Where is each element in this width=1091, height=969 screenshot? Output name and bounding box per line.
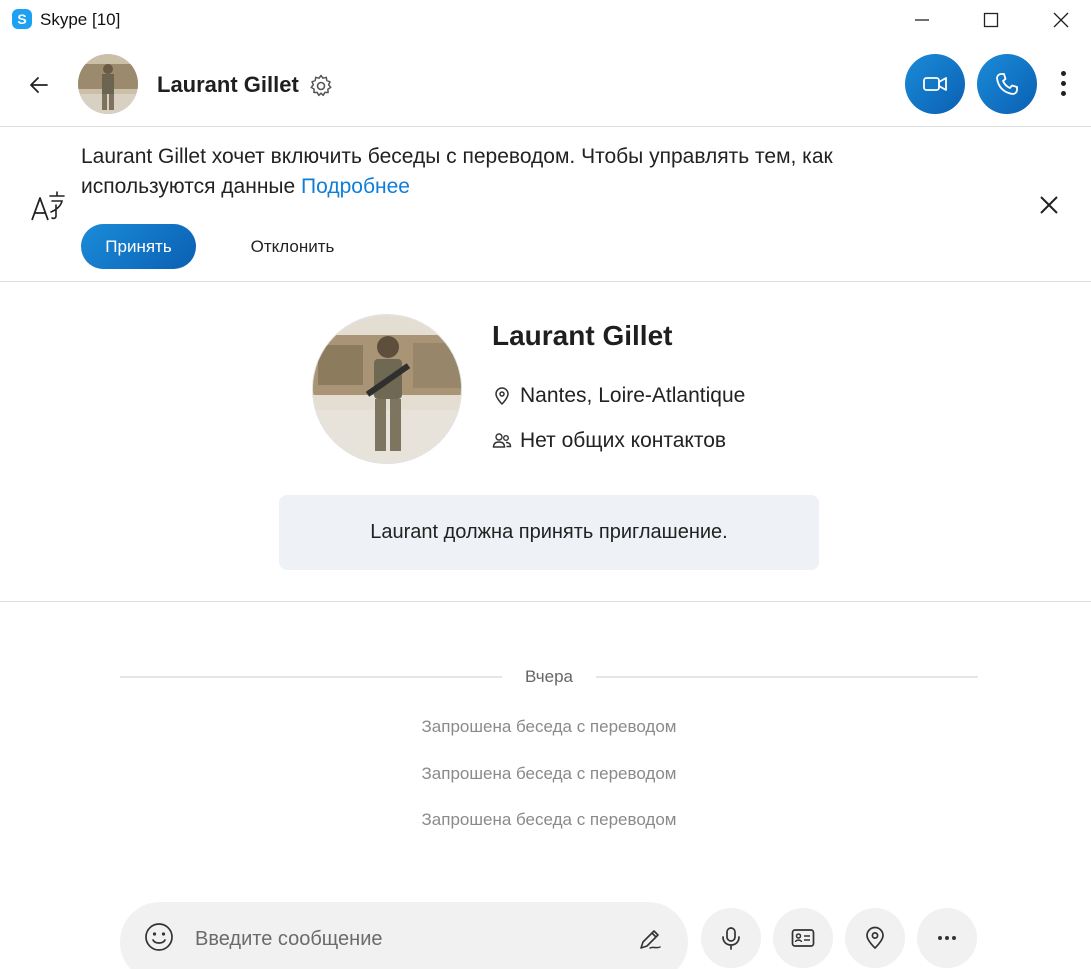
gear-icon[interactable] [308,73,334,99]
banner-message: Laurant Gillet хочет включить беседы с п… [81,142,961,202]
skype-logo-icon: S [12,9,32,29]
ellipsis-icon [938,936,956,940]
dot-icon [1060,90,1066,96]
maximize-button[interactable] [956,0,1026,40]
conversation-header: Laurant Gillet [0,40,1091,127]
avatar-photo-icon [78,54,138,114]
banner-text: Laurant Gillet хочет включить беседы с п… [81,145,833,198]
dot-icon [1060,80,1066,86]
contacts-row: Нет общих контактов [492,429,726,453]
avatar[interactable] [78,54,138,114]
more-actions-button[interactable] [917,908,977,968]
accept-button[interactable]: Принять [81,224,196,269]
message-input[interactable] [195,926,615,952]
contact-card-icon [791,929,815,947]
location-row: Nantes, Loire-Atlantique [492,384,745,408]
contact-name[interactable]: Laurant Gillet [157,72,299,98]
format-pen-icon[interactable] [635,924,665,954]
mutual-contacts: Нет общих контактов [520,429,727,452]
profile-card: Laurant Gillet Nantes, Loire-Atlantique … [0,282,1091,602]
invite-notice: Laurant должна принять приглашение. [279,495,819,570]
location-pin-icon [866,926,884,950]
translate-icon [31,191,65,221]
arrow-left-icon [30,77,48,93]
translation-banner: Laurant Gillet хочет включить беседы с п… [0,128,1091,282]
maximize-icon [983,12,999,28]
decline-button[interactable]: Отклонить [230,224,355,269]
close-window-button[interactable] [1026,0,1091,40]
profile-avatar [312,314,462,464]
date-divider: Вчера [120,665,978,689]
date-label: Вчера [525,667,573,686]
system-message: Запрошена беседа с переводом [421,764,677,783]
location-pin-icon [495,387,509,406]
close-icon [1040,196,1058,214]
emoji-icon[interactable] [142,920,176,954]
system-message: Запрошена беседа с переводом [421,810,677,829]
people-icon [492,433,512,448]
window-title: Skype [10] [40,10,121,29]
message-composer [120,902,688,969]
minimize-button[interactable] [887,0,957,40]
dot-icon [1060,70,1066,76]
learn-more-link[interactable]: Подробнее [301,175,410,198]
send-location-button[interactable] [845,908,905,968]
profile-name: Laurant Gillet [492,320,673,351]
video-camera-icon [923,77,947,91]
minimize-icon [915,19,929,21]
more-options-button[interactable] [1050,66,1076,100]
avatar-photo-icon [313,315,461,463]
voice-message-button[interactable] [701,908,761,968]
close-icon [1053,12,1069,28]
system-message: Запрошена беседа с переводом [421,717,677,736]
profile-location: Nantes, Loire-Atlantique [520,384,746,407]
phone-icon [996,73,1018,95]
audio-call-button[interactable] [977,54,1037,114]
video-call-button[interactable] [905,54,965,114]
dismiss-banner-button[interactable] [1034,190,1064,220]
microphone-icon [722,927,740,950]
title-bar: S Skype [10] [0,0,1091,40]
send-contact-button[interactable] [773,908,833,968]
back-button[interactable] [22,68,56,102]
